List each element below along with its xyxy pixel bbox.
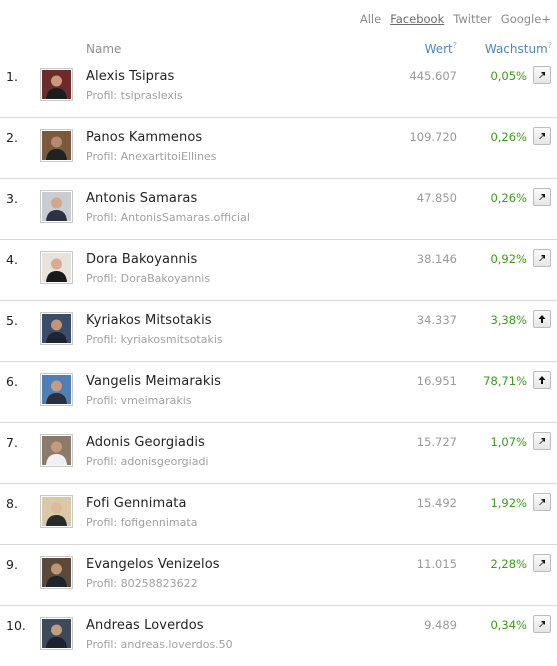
arrow-up-right-icon[interactable] — [533, 188, 551, 206]
filter-google-link[interactable]: Google+ — [501, 12, 551, 26]
column-header-wachstum[interactable]: Wachstum? — [484, 41, 552, 56]
wachstum-help-icon[interactable]: ? — [548, 41, 552, 50]
politician-name-link[interactable]: Adonis Georgiadis — [86, 435, 205, 450]
wachstum-value: 1,07% — [490, 435, 527, 449]
profile-handle: Profil: kyriakosmitsotakis — [86, 333, 223, 346]
arrow-up-right-icon[interactable] — [533, 615, 551, 633]
wachstum-label: Wachstum — [484, 42, 548, 56]
table-row: 3. Antonis Samaras Profil: AntonisSamaras.… — [0, 179, 557, 240]
profile-avatar[interactable] — [40, 556, 73, 589]
politician-name-link[interactable]: Dora Bakoyannis — [86, 252, 197, 267]
arrow-up-icon[interactable] — [533, 371, 551, 389]
wert-value: 445.607 — [409, 69, 457, 83]
profile-avatar[interactable] — [40, 68, 73, 101]
rank-number: 8. — [6, 496, 18, 511]
profile-avatar[interactable] — [40, 190, 73, 223]
wachstum-value: 0,26% — [490, 130, 527, 144]
column-header-name: Name — [86, 42, 122, 56]
profile-avatar[interactable] — [40, 495, 73, 528]
filter-twitter-link[interactable]: Twitter — [453, 12, 492, 26]
arrow-up-right-icon[interactable] — [533, 554, 551, 572]
politician-name-link[interactable]: Antonis Samaras — [86, 191, 197, 206]
wachstum-value: 0,05% — [490, 69, 527, 83]
wert-value: 38.146 — [416, 252, 457, 266]
politician-name-link[interactable]: Fofi Gennimata — [86, 496, 187, 511]
profile-avatar[interactable] — [40, 251, 73, 284]
wert-label: Wert — [424, 42, 453, 56]
rank-number: 7. — [6, 435, 18, 450]
wachstum-value: 1,92% — [490, 496, 527, 510]
wert-value: 9.489 — [424, 618, 457, 632]
wert-value: 16.951 — [416, 374, 457, 388]
wert-value: 15.492 — [416, 496, 457, 510]
table-row: 6. Vangelis Meimarakis Profil: vmeimarakis… — [0, 362, 557, 423]
table-row: 4. Dora Bakoyannis Profil: DoraBakoyannis 3… — [0, 240, 557, 301]
profile-handle: Profil: 80258823622 — [86, 577, 198, 590]
profile-avatar[interactable] — [40, 434, 73, 467]
rank-number: 4. — [6, 252, 18, 267]
rank-number: 5. — [6, 313, 18, 328]
profile-avatar[interactable] — [40, 312, 73, 345]
rank-number: 2. — [6, 130, 18, 145]
politician-name-link[interactable]: Alexis Tsipras — [86, 69, 174, 84]
rank-number: 10. — [6, 618, 26, 633]
wert-value: 11.015 — [416, 557, 457, 571]
arrow-up-right-icon[interactable] — [533, 493, 551, 511]
wachstum-value: 2,28% — [490, 557, 527, 571]
arrow-up-right-icon[interactable] — [533, 432, 551, 450]
wert-value: 15.727 — [416, 435, 457, 449]
table-row: 8. Fofi Gennimata Profil: fofigennimata 15.… — [0, 484, 557, 545]
wert-value: 47.850 — [416, 191, 457, 205]
rank-number: 6. — [6, 374, 18, 389]
filter-facebook-link[interactable]: Facebook — [390, 12, 444, 26]
profile-handle: Profil: AntonisSamaras.official — [86, 211, 250, 224]
wert-value: 34.337 — [416, 313, 457, 327]
profile-handle: Profil: DoraBakoyannis — [86, 272, 211, 285]
profile-handle: Profil: tsipraslexis — [86, 89, 183, 102]
rank-number: 1. — [6, 69, 18, 84]
wachstum-value: 0,26% — [490, 191, 527, 205]
table-row: 9. Evangelos Venizelos Profil: 80258823622… — [0, 545, 557, 606]
profile-avatar[interactable] — [40, 129, 73, 162]
profile-avatar[interactable] — [40, 373, 73, 406]
ranking-list: 1. Alexis Tsipras Profil: tsipraslexis 445.… — [0, 57, 557, 666]
table-row: 2. Panos Kammenos Profil: AnexartitoiEllin… — [0, 118, 557, 179]
wachstum-value: 3,38% — [490, 313, 527, 327]
column-header-wert[interactable]: Wert? — [424, 41, 457, 56]
wachstum-value: 78,71% — [483, 374, 527, 388]
table-row: 10. Andreas Loverdos Profil: andreas.lover… — [0, 606, 557, 666]
politician-name-link[interactable]: Panos Kammenos — [86, 130, 202, 145]
table-row: 1. Alexis Tsipras Profil: tsipraslexis 445.… — [0, 57, 557, 118]
wachstum-value: 0,92% — [490, 252, 527, 266]
politician-name-link[interactable]: Evangelos Venizelos — [86, 557, 220, 572]
arrow-up-right-icon[interactable] — [533, 66, 551, 84]
profile-handle: Profil: AnexartitoiEllines — [86, 150, 217, 163]
wachstum-value: 0,34% — [490, 618, 527, 632]
wert-value: 109.720 — [409, 130, 457, 144]
profile-handle: Profil: adonisgeorgiadi — [86, 455, 209, 468]
wert-help-icon[interactable]: ? — [453, 41, 457, 50]
filter-alle-link[interactable]: Alle — [360, 12, 381, 26]
profile-avatar[interactable] — [40, 617, 73, 650]
table-row: 5. Kyriakos Mitsotakis Profil: kyriakosmit… — [0, 301, 557, 362]
table-row: 7. Adonis Georgiadis Profil: adonisgeorgia… — [0, 423, 557, 484]
arrow-up-icon[interactable] — [533, 310, 551, 328]
politician-name-link[interactable]: Andreas Loverdos — [86, 618, 204, 633]
politician-name-link[interactable]: Kyriakos Mitsotakis — [86, 313, 212, 328]
politician-name-link[interactable]: Vangelis Meimarakis — [86, 374, 221, 389]
profile-handle: Profil: vmeimarakis — [86, 394, 192, 407]
arrow-up-right-icon[interactable] — [533, 249, 551, 267]
rank-number: 3. — [6, 191, 18, 206]
rank-number: 9. — [6, 557, 18, 572]
network-filter: Alle Facebook Twitter Google+ — [351, 12, 551, 26]
profile-handle: Profil: andreas.loverdos.50 — [86, 638, 233, 651]
arrow-up-right-icon[interactable] — [533, 127, 551, 145]
profile-handle: Profil: fofigennimata — [86, 516, 198, 529]
